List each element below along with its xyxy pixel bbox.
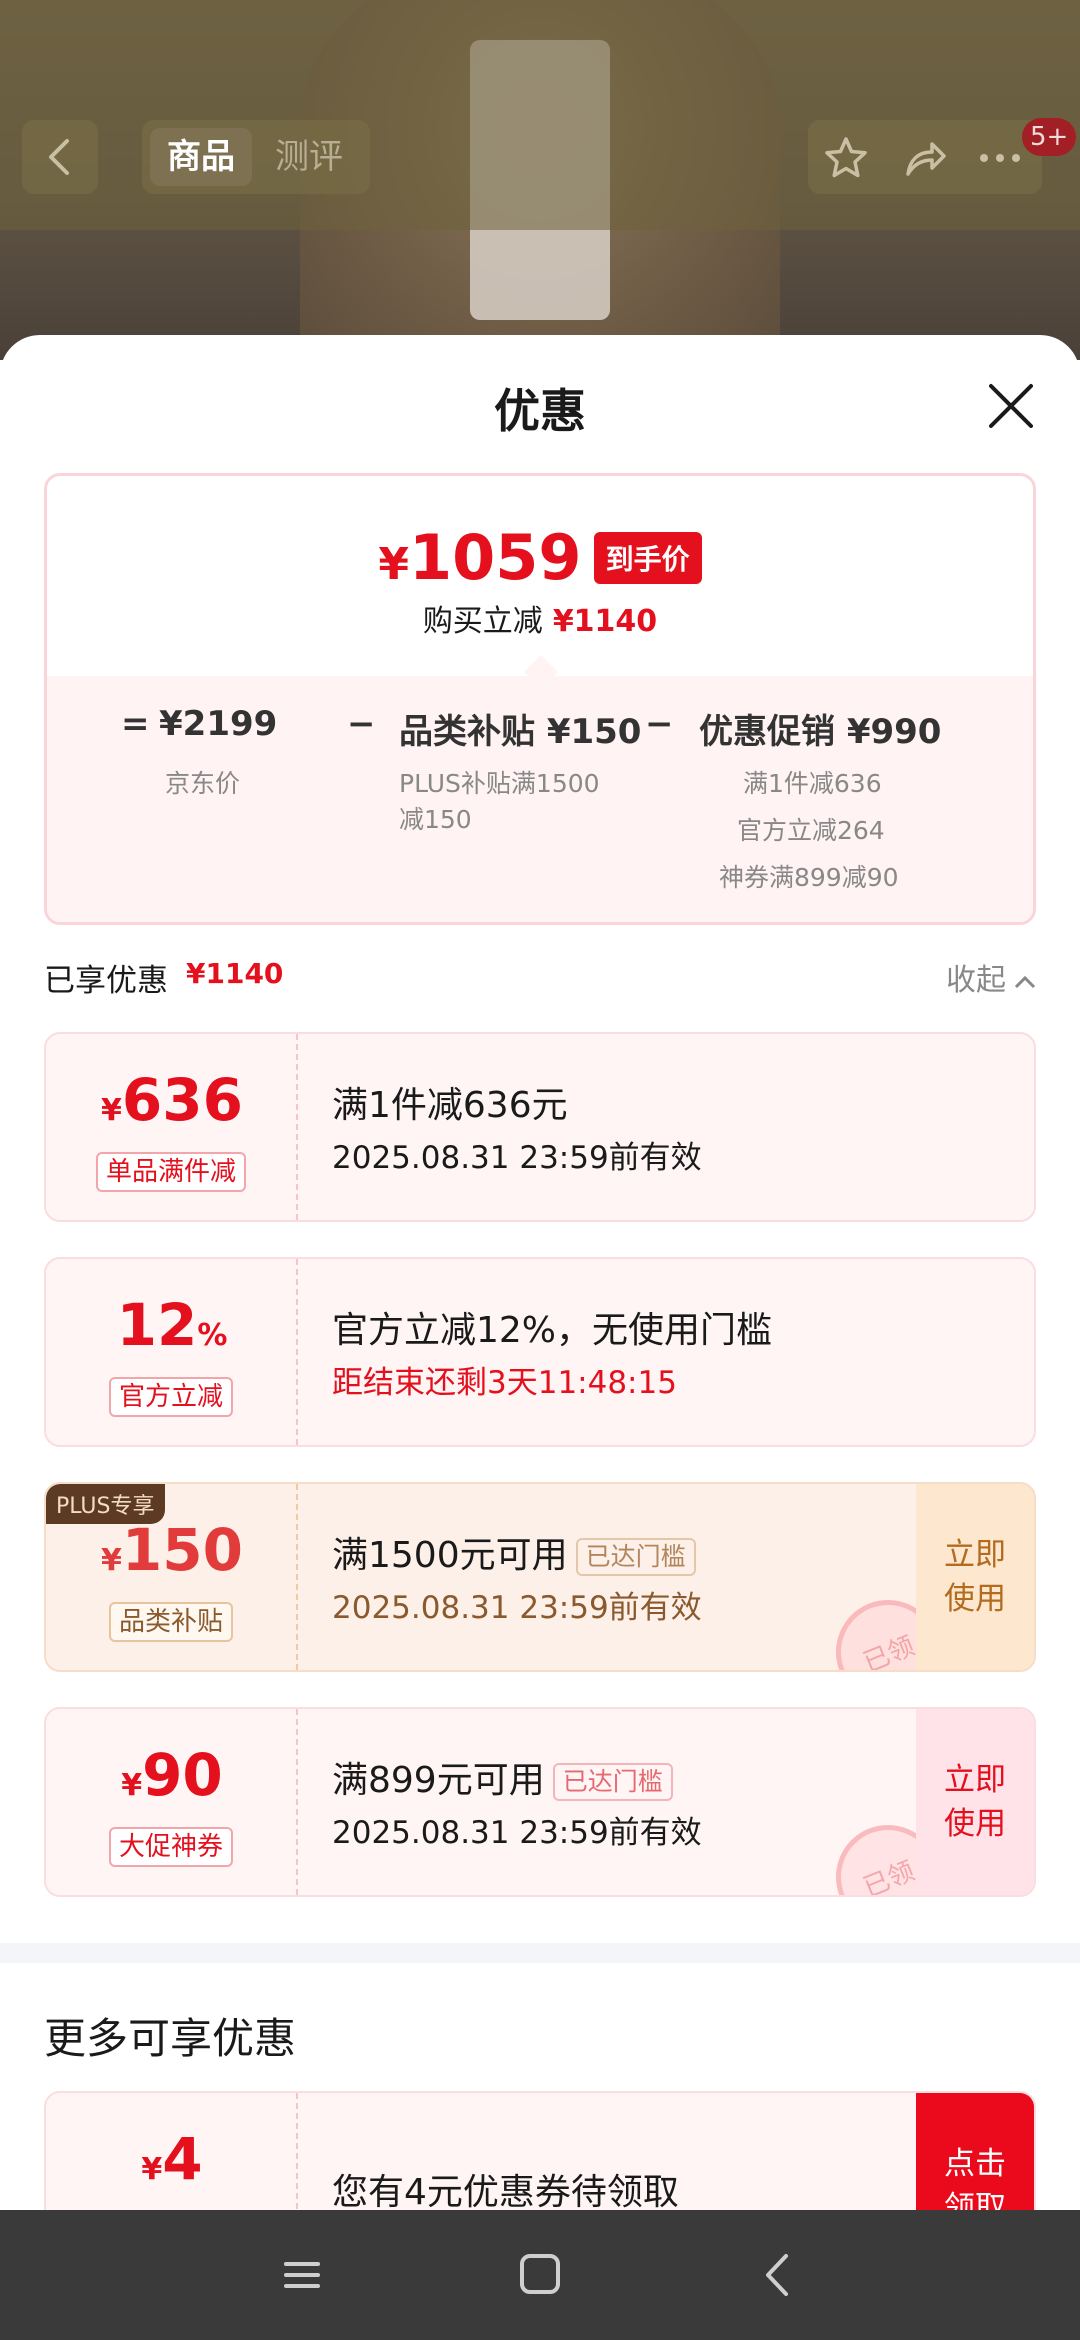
product-page-background: 商品 测评 5+ — [0, 0, 1080, 360]
coupon-amount: ¥150 — [46, 1516, 298, 1584]
threshold-reached-tag: 已达门槛 — [575, 1538, 696, 1576]
tab-product[interactable]: 商品 — [150, 128, 252, 186]
coupon-value-area: ¥636 单品满件减 — [46, 1034, 298, 1220]
product-tabs: 商品 测评 — [142, 120, 370, 194]
share-icon[interactable] — [900, 134, 948, 182]
button-line: 领取 — [944, 2190, 1006, 2210]
coupon-title: 满1500元可用 已达门槛 — [332, 1526, 696, 1578]
coupon-amount: ¥90 — [46, 1741, 298, 1809]
coupon-card[interactable]: ¥90 大促神券 满899元可用 已达门槛 2025.08.31 23:59前有效… — [44, 1707, 1036, 1897]
collapse-toggle[interactable]: 收起 — [946, 955, 1036, 999]
currency-symbol: ¥ — [101, 1093, 122, 1128]
discount-sheet: 优惠 ¥1059 到手价 购买立减 ¥1140 = ¥2199 京东价 − 品类补… — [0, 335, 1080, 2210]
use-now-button[interactable]: 立即 使用 — [916, 1709, 1034, 1895]
claim-button[interactable]: 点击 领取 — [916, 2093, 1034, 2210]
currency-symbol: ¥ — [121, 1768, 143, 1803]
coupon-type-tag: 大促神券 — [108, 1827, 234, 1867]
button-line: 使用 — [944, 1806, 1006, 1842]
coupon-title: 满899元可用 已达门槛 — [332, 1751, 673, 1803]
final-price-value: 1059 — [409, 521, 582, 594]
coupon-amount: ¥636 — [46, 1066, 298, 1134]
minus-sign-1: − — [347, 704, 376, 744]
equals-sign: = — [121, 704, 150, 744]
close-icon[interactable] — [986, 381, 1036, 431]
coupon-amount: ¥4 — [46, 2125, 298, 2193]
subsidy-detail-2: 减150 — [399, 805, 472, 834]
coupon-value-area: ¥4 — [46, 2093, 298, 2210]
coupon-amount-value: 150 — [121, 1516, 243, 1584]
button-line: 使用 — [944, 1581, 1006, 1617]
home-icon[interactable] — [510, 2250, 570, 2300]
percent-sign: % — [197, 1318, 228, 1353]
final-price-row: ¥1059 到手价 — [47, 521, 1033, 594]
claimable-coupon-card[interactable]: ¥4 您有4元优惠券待领取 点击领取 — [44, 2091, 1036, 2210]
coupon-type-tag: 品类补贴 — [108, 1602, 234, 1642]
currency-symbol: ¥ — [141, 2152, 163, 2187]
enjoyed-discount-row: 已享优惠 ¥1140 收起 — [44, 955, 1036, 1005]
currency-symbol: ¥ — [101, 1543, 122, 1578]
back-button[interactable] — [22, 120, 98, 194]
threshold-reached-tag: 已达门槛 — [552, 1763, 673, 1801]
message-count-badge: 5+ — [1022, 118, 1077, 156]
coupon-type-tag: 官方立减 — [108, 1377, 234, 1417]
final-price-tag: 到手价 — [593, 531, 702, 584]
subsidy-detail-1: PLUS补贴满1500 — [399, 769, 600, 798]
coupon-value-area: 12% 官方立减 — [46, 1259, 298, 1445]
coupon-countdown: 距结束还剩3天11:48:15 — [332, 1365, 677, 1401]
price-summary-card: ¥1059 到手价 购买立减 ¥1140 = ¥2199 京东价 − 品类补贴 ¥… — [44, 473, 1036, 925]
purchase-cut-value: ¥1140 — [552, 604, 658, 639]
back-nav-icon[interactable] — [748, 2250, 808, 2300]
enjoyed-value: ¥1140 — [186, 957, 284, 990]
coupon-title: 满1件减636元 — [332, 1085, 568, 1126]
currency-symbol: ¥ — [378, 539, 410, 590]
use-now-button[interactable]: 立即 使用 — [916, 1484, 1034, 1670]
button-line: 立即 — [944, 1537, 1006, 1573]
star-icon[interactable] — [822, 134, 870, 182]
promo-detail: 满1件减636 — [743, 769, 882, 798]
promo-detail: 官方立减264 — [737, 816, 885, 845]
final-price: ¥1059 — [378, 521, 581, 594]
minus-sign-2: − — [645, 704, 674, 744]
category-subsidy: 品类补贴 ¥150 — [399, 712, 642, 752]
promo-detail: 神券满899减90 — [719, 863, 899, 892]
top-actions — [808, 120, 1042, 194]
coupon-title: 您有4元优惠券待领取 — [332, 2172, 679, 2210]
coupon-title: 官方立减12%，无使用门槛 — [332, 1310, 773, 1351]
coupon-value-area: ¥90 大促神券 — [46, 1709, 298, 1895]
coupon-validity: 2025.08.31 23:59前有效 — [332, 1815, 702, 1851]
coupon-amount-value: 4 — [162, 2125, 203, 2193]
more-icon[interactable] — [976, 134, 1024, 182]
coupon-amount-value: 636 — [121, 1066, 243, 1134]
button-line: 立即 — [944, 1762, 1006, 1798]
section-divider — [0, 1943, 1080, 1963]
coupon-type-tag: 单品满件减 — [95, 1152, 247, 1192]
coupon-amount-value: 90 — [142, 1741, 223, 1809]
promotion-total: 优惠促销 ¥990 — [699, 712, 942, 752]
back-icon — [49, 139, 69, 175]
coupon-card-plus[interactable]: PLUS专享 ¥150 品类补贴 满1500元可用 已达门槛 2025.08.31… — [44, 1482, 1036, 1672]
more-discounts-title: 更多可享优惠 — [44, 2014, 297, 2063]
purchase-cut-label: 购买立减 — [422, 604, 543, 639]
tab-review[interactable]: 测评 — [258, 128, 360, 186]
base-price-label: 京东价 — [165, 769, 241, 798]
coupon-amount-value: 12 — [116, 1291, 198, 1359]
collapse-label: 收起 — [946, 963, 1006, 998]
coupon-card[interactable]: 12% 官方立减 官方立减12%，无使用门槛 距结束还剩3天11:48:15 — [44, 1257, 1036, 1447]
sheet-title: 优惠 — [494, 384, 586, 438]
menu-icon[interactable] — [272, 2250, 332, 2300]
button-line: 点击 — [944, 2146, 1006, 2182]
coupon-card[interactable]: ¥636 单品满件减 满1件减636元 2025.08.31 23:59前有效 — [44, 1032, 1036, 1222]
system-navigation-bar — [0, 2210, 1080, 2340]
enjoyed-label: 已享优惠 — [44, 963, 168, 999]
coupon-validity: 2025.08.31 23:59前有效 — [332, 1590, 702, 1626]
purchase-cut-row: 购买立减 ¥1140 — [47, 596, 1033, 640]
product-top-bar — [0, 0, 1080, 230]
chevron-up-icon — [1014, 975, 1036, 988]
coupon-amount: 12% — [46, 1291, 298, 1359]
base-price: ¥2199 — [159, 704, 278, 744]
coupon-title-text: 满899元可用 — [332, 1760, 545, 1801]
coupon-validity: 2025.08.31 23:59前有效 — [332, 1140, 702, 1176]
coupon-title-text: 满1500元可用 — [332, 1535, 568, 1576]
coupon-value-area: PLUS专享 ¥150 品类补贴 — [46, 1484, 298, 1670]
